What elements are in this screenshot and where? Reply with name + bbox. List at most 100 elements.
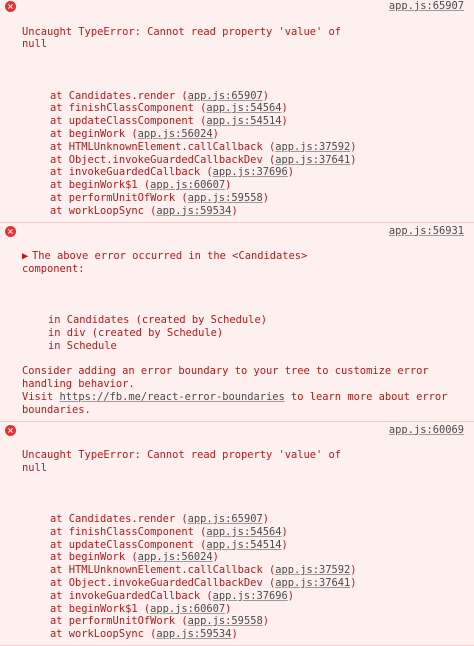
- stack-frame: at HTMLUnknownElement.callCallback (app.…: [22, 141, 468, 154]
- frame-source-link[interactable]: app.js:56024: [138, 128, 213, 140]
- expand-triangle-icon[interactable]: ▶: [22, 250, 32, 263]
- frame-function: at finishClassComponent (: [50, 102, 206, 114]
- component-stack: in Candidates (created by Schedule)in di…: [22, 314, 468, 352]
- frame-close-paren: ): [288, 166, 294, 178]
- console-error-entry: × Uncaught TypeError: Cannot read proper…: [0, 422, 474, 646]
- frame-function: at updateClassComponent (: [50, 539, 206, 551]
- console-error-entry: × ▶The above error occurred in the <Cand…: [0, 223, 474, 422]
- visit-line: Visit https://fb.me/react-error-boundari…: [22, 391, 468, 417]
- frame-function: at HTMLUnknownElement.callCallback (: [50, 564, 275, 576]
- frame-source-link[interactable]: app.js:54514: [206, 115, 281, 127]
- stack-frame: at finishClassComponent (app.js:54564): [22, 526, 468, 539]
- error-icon: ×: [5, 226, 16, 237]
- error-message: Uncaught TypeError: Cannot read property…: [22, 449, 468, 475]
- stack-frame: at performUnitOfWork (app.js:59558): [22, 192, 468, 205]
- frame-source-link[interactable]: app.js:59534: [156, 628, 231, 640]
- frame-function: at Candidates.render (: [50, 90, 188, 102]
- component-stack-line: in Candidates (created by Schedule): [48, 314, 468, 327]
- stack-frame: at updateClassComponent (app.js:54514): [22, 539, 468, 552]
- stack-frame: at beginWork$1 (app.js:60607): [22, 179, 468, 192]
- console-error-entry: × Uncaught TypeError: Cannot read proper…: [0, 0, 474, 223]
- frame-function: at invokeGuardedCallback (: [50, 166, 213, 178]
- frame-function: at Object.invokeGuardedCallbackDev (: [50, 577, 275, 589]
- error-icon: ×: [5, 1, 16, 12]
- frame-close-paren: ): [225, 179, 231, 191]
- frame-source-link[interactable]: app.js:60607: [150, 179, 225, 191]
- error-message: Uncaught TypeError: Cannot read property…: [22, 26, 468, 52]
- frame-function: at beginWork$1 (: [50, 603, 150, 615]
- frame-close-paren: ): [281, 115, 287, 127]
- frame-source-link[interactable]: app.js:59558: [188, 615, 263, 627]
- frame-close-paren: ): [350, 141, 356, 153]
- frame-source-link[interactable]: app.js:59534: [156, 205, 231, 217]
- console-panel: × Uncaught TypeError: Cannot read proper…: [0, 0, 474, 439]
- frame-function: at invokeGuardedCallback (: [50, 590, 213, 602]
- frame-function: at Object.invokeGuardedCallbackDev (: [50, 154, 275, 166]
- frame-source-link[interactable]: app.js:54564: [206, 102, 281, 114]
- frame-function: at workLoopSync (: [50, 628, 156, 640]
- frame-function: at beginWork (: [50, 128, 138, 140]
- frame-close-paren: ): [213, 551, 219, 563]
- frame-close-paren: ): [288, 590, 294, 602]
- frame-function: at beginWork (: [50, 551, 138, 563]
- frame-source-link[interactable]: app.js:54514: [206, 539, 281, 551]
- source-link[interactable]: app.js:60069: [389, 424, 464, 437]
- stack-frame: at Candidates.render (app.js:65907): [22, 90, 468, 103]
- stack-frame: at beginWork (app.js:56024): [22, 551, 468, 564]
- frame-source-link[interactable]: app.js:54564: [206, 526, 281, 538]
- stack-frame: at invokeGuardedCallback (app.js:37696): [22, 166, 468, 179]
- frame-function: at finishClassComponent (: [50, 526, 206, 538]
- frame-close-paren: ): [350, 577, 356, 589]
- error-boundary-advice: Consider adding an error boundary to you…: [22, 365, 468, 391]
- frame-source-link[interactable]: app.js:37641: [275, 154, 350, 166]
- stack-frame: at invokeGuardedCallback (app.js:37696): [22, 590, 468, 603]
- stack-frame: at Object.invokeGuardedCallbackDev (app.…: [22, 154, 468, 167]
- error-message[interactable]: ▶The above error occurred in the <Candid…: [22, 250, 468, 276]
- source-link[interactable]: app.js:65907: [389, 0, 464, 13]
- frame-source-link[interactable]: app.js:65907: [188, 513, 263, 525]
- frame-function: at performUnitOfWork (: [50, 192, 188, 204]
- frame-close-paren: ): [281, 102, 287, 114]
- frame-source-link[interactable]: app.js:37592: [275, 564, 350, 576]
- frame-source-link[interactable]: app.js:37592: [275, 141, 350, 153]
- stack-frame: at Candidates.render (app.js:65907): [22, 513, 468, 526]
- frame-close-paren: ): [263, 513, 269, 525]
- frame-close-paren: ): [281, 526, 287, 538]
- frame-close-paren: ): [225, 603, 231, 615]
- frame-close-paren: ): [263, 615, 269, 627]
- frame-source-link[interactable]: app.js:59558: [188, 192, 263, 204]
- frame-close-paren: ): [263, 192, 269, 204]
- frame-source-link[interactable]: app.js:60607: [150, 603, 225, 615]
- frame-source-link[interactable]: app.js:37641: [275, 577, 350, 589]
- frame-source-link[interactable]: app.js:37696: [213, 590, 288, 602]
- error-message-text: The above error occurred in the <Candida…: [22, 250, 307, 275]
- frame-close-paren: ): [263, 90, 269, 102]
- stack-frame: at workLoopSync (app.js:59534): [22, 205, 468, 218]
- frame-source-link[interactable]: app.js:65907: [188, 90, 263, 102]
- stack-trace: at Candidates.render (app.js:65907)at fi…: [22, 90, 468, 218]
- source-link[interactable]: app.js:56931: [389, 225, 464, 238]
- stack-frame: at workLoopSync (app.js:59534): [22, 628, 468, 641]
- docs-link[interactable]: https://fb.me/react-error-boundaries: [60, 391, 285, 403]
- frame-function: at updateClassComponent (: [50, 115, 206, 127]
- frame-close-paren: ): [213, 128, 219, 140]
- frame-function: at workLoopSync (: [50, 205, 156, 217]
- frame-close-paren: ): [231, 628, 237, 640]
- visit-prefix: Visit: [22, 391, 60, 403]
- stack-frame: at HTMLUnknownElement.callCallback (app.…: [22, 564, 468, 577]
- frame-function: at HTMLUnknownElement.callCallback (: [50, 141, 275, 153]
- frame-source-link[interactable]: app.js:37696: [213, 166, 288, 178]
- stack-frame: at updateClassComponent (app.js:54514): [22, 115, 468, 128]
- frame-source-link[interactable]: app.js:56024: [138, 551, 213, 563]
- frame-function: at performUnitOfWork (: [50, 615, 188, 627]
- frame-function: at beginWork$1 (: [50, 179, 150, 191]
- component-stack-line: in div (created by Schedule): [48, 327, 468, 340]
- frame-close-paren: ): [350, 154, 356, 166]
- frame-function: at Candidates.render (: [50, 513, 188, 525]
- stack-frame: at performUnitOfWork (app.js:59558): [22, 615, 468, 628]
- component-stack-line: in Schedule: [48, 340, 468, 353]
- frame-close-paren: ): [350, 564, 356, 576]
- stack-frame: at beginWork$1 (app.js:60607): [22, 603, 468, 616]
- stack-frame: at Object.invokeGuardedCallbackDev (app.…: [22, 577, 468, 590]
- frame-close-paren: ): [281, 539, 287, 551]
